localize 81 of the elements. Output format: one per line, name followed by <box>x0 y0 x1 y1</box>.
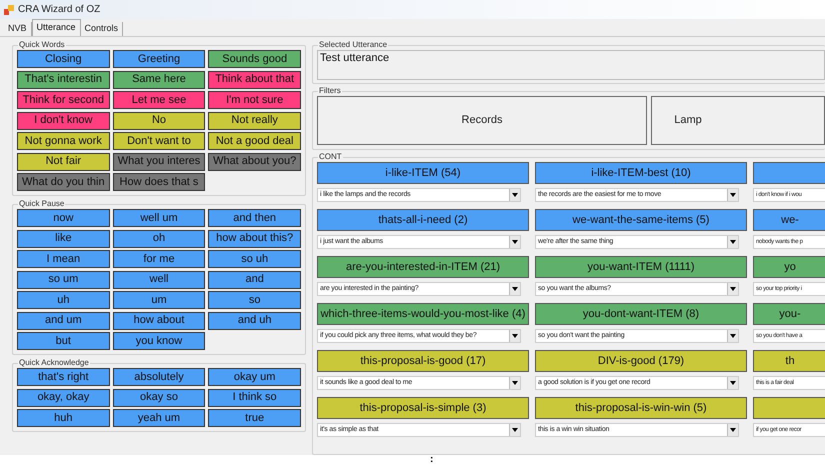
quick-button[interactable]: well um <box>112 209 206 227</box>
group-title: Quick Words <box>18 40 66 50</box>
category-button[interactable]: which-three-items-would-you-most-like (4) <box>317 303 529 325</box>
quick-button[interactable]: so um <box>17 270 110 288</box>
quick-button[interactable]: Sounds good <box>208 50 301 68</box>
quick-button[interactable]: yeah um <box>112 409 206 427</box>
quick-button[interactable]: Same here <box>112 70 206 88</box>
quick-button[interactable]: okay so <box>112 388 206 406</box>
quick-button[interactable]: How does that s <box>112 173 206 191</box>
quick-button[interactable]: um <box>112 291 206 309</box>
filter-button[interactable]: Lamp <box>651 96 825 145</box>
quick-button[interactable]: Think about that <box>208 70 301 88</box>
quick-button[interactable]: and <box>208 270 301 288</box>
quick-button[interactable]: now <box>17 209 110 227</box>
quick-button[interactable]: Let me see <box>112 91 206 109</box>
quick-button[interactable]: and uh <box>208 312 301 330</box>
quick-button[interactable]: and um <box>17 312 110 330</box>
category-button[interactable] <box>753 397 825 419</box>
quick-button[interactable]: No <box>112 112 206 130</box>
quick-button[interactable]: Think for second <box>17 91 110 109</box>
quick-button[interactable]: so <box>208 291 301 309</box>
quick-button[interactable]: I think so <box>208 388 301 406</box>
category-button[interactable]: thats-all-i-need (2) <box>317 209 529 231</box>
category-button[interactable]: th <box>753 350 825 372</box>
quick-button[interactable]: Not a good deal <box>208 132 301 150</box>
tab[interactable]: Utterance <box>32 19 81 36</box>
window-title: CRA Wizard of OZ <box>18 3 100 17</box>
group-title: Quick Acknowledge <box>18 358 90 368</box>
quick-button[interactable]: how about <box>112 312 206 330</box>
category-button[interactable]: this-proposal-is-simple (3) <box>317 397 529 419</box>
quick-button[interactable]: oh <box>112 230 206 248</box>
tab[interactable]: Controls <box>80 22 124 36</box>
utterance-field[interactable]: Test utterance <box>317 50 825 80</box>
quick-button[interactable]: Not really <box>208 112 301 130</box>
group-title: Selected Utterance <box>318 40 388 50</box>
category-button[interactable]: this-proposal-is-good (17) <box>317 350 529 372</box>
quick-button[interactable]: Closing <box>17 50 110 68</box>
category-button[interactable]: you-want-ITEM (1111) <box>535 256 747 278</box>
quick-button[interactable]: I'm not sure <box>208 91 301 109</box>
quick-button[interactable]: okay, okay <box>17 388 110 406</box>
quick-button[interactable]: Not gonna work <box>17 132 110 150</box>
stray-mark: : <box>430 455 434 465</box>
quick-button[interactable]: uh <box>17 291 110 309</box>
quick-button[interactable]: That's interestin <box>17 70 110 88</box>
group-title: Filters <box>318 86 342 96</box>
quick-button[interactable]: okay um <box>208 368 301 386</box>
quick-button[interactable]: What do you thin <box>17 173 110 191</box>
group-title: Quick Pause <box>18 199 66 209</box>
quick-button[interactable]: that's right <box>17 368 110 386</box>
group-title: CONT <box>318 152 343 162</box>
app-icon <box>4 4 14 14</box>
category-button[interactable]: you-dont-want-ITEM (8) <box>535 303 747 325</box>
category-button[interactable]: i-like-ITEM-best (10) <box>535 162 747 184</box>
quick-button[interactable]: how about this? <box>208 230 301 248</box>
quick-button[interactable]: and then <box>208 209 301 227</box>
quick-button[interactable]: you know <box>112 332 206 350</box>
category-button[interactable] <box>753 162 825 184</box>
quick-button[interactable]: I mean <box>17 250 110 268</box>
quick-button[interactable]: Greeting <box>112 50 206 68</box>
quick-button[interactable]: well <box>112 270 206 288</box>
quick-button[interactable]: I don't know <box>17 112 110 130</box>
category-button[interactable]: i-like-ITEM (54) <box>317 162 529 184</box>
category-button[interactable]: are-you-interested-in-ITEM (21) <box>317 256 529 278</box>
quick-button[interactable]: absolutely <box>112 368 206 386</box>
category-button[interactable]: we- <box>753 209 825 231</box>
quick-button[interactable]: huh <box>17 409 110 427</box>
category-button[interactable]: you- <box>753 303 825 325</box>
quick-button[interactable]: but <box>17 332 110 350</box>
quick-button[interactable]: true <box>208 409 301 427</box>
quick-button[interactable]: for me <box>112 250 206 268</box>
filter-button[interactable]: Records <box>317 96 647 145</box>
category-button[interactable]: we-want-the-same-items (5) <box>535 209 747 231</box>
quick-button[interactable]: like <box>17 230 110 248</box>
category-button[interactable]: yo <box>753 256 825 278</box>
category-button[interactable]: DIV-is-good (179) <box>535 350 747 372</box>
quick-button[interactable]: Not fair <box>17 152 110 170</box>
quick-button[interactable]: What you interes <box>112 152 206 170</box>
category-button[interactable]: this-proposal-is-win-win (5) <box>535 397 747 419</box>
quick-button[interactable]: What about you? <box>208 152 301 170</box>
quick-button[interactable]: so uh <box>208 250 301 268</box>
quick-button[interactable]: Don't want to <box>112 132 206 150</box>
